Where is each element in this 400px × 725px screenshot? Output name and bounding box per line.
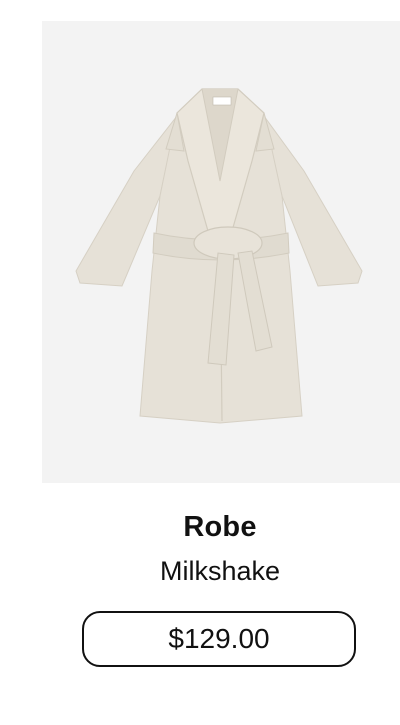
product-card[interactable]: Robe Milkshake $129.00 [0,0,400,725]
product-color: Milkshake [159,556,281,586]
robe-illustration [75,88,363,424]
product-name[interactable]: Robe [0,511,400,544]
product-image[interactable] [42,21,400,483]
price-label: $129.00 [168,623,270,654]
price-button[interactable]: $129.00 [82,611,356,667]
